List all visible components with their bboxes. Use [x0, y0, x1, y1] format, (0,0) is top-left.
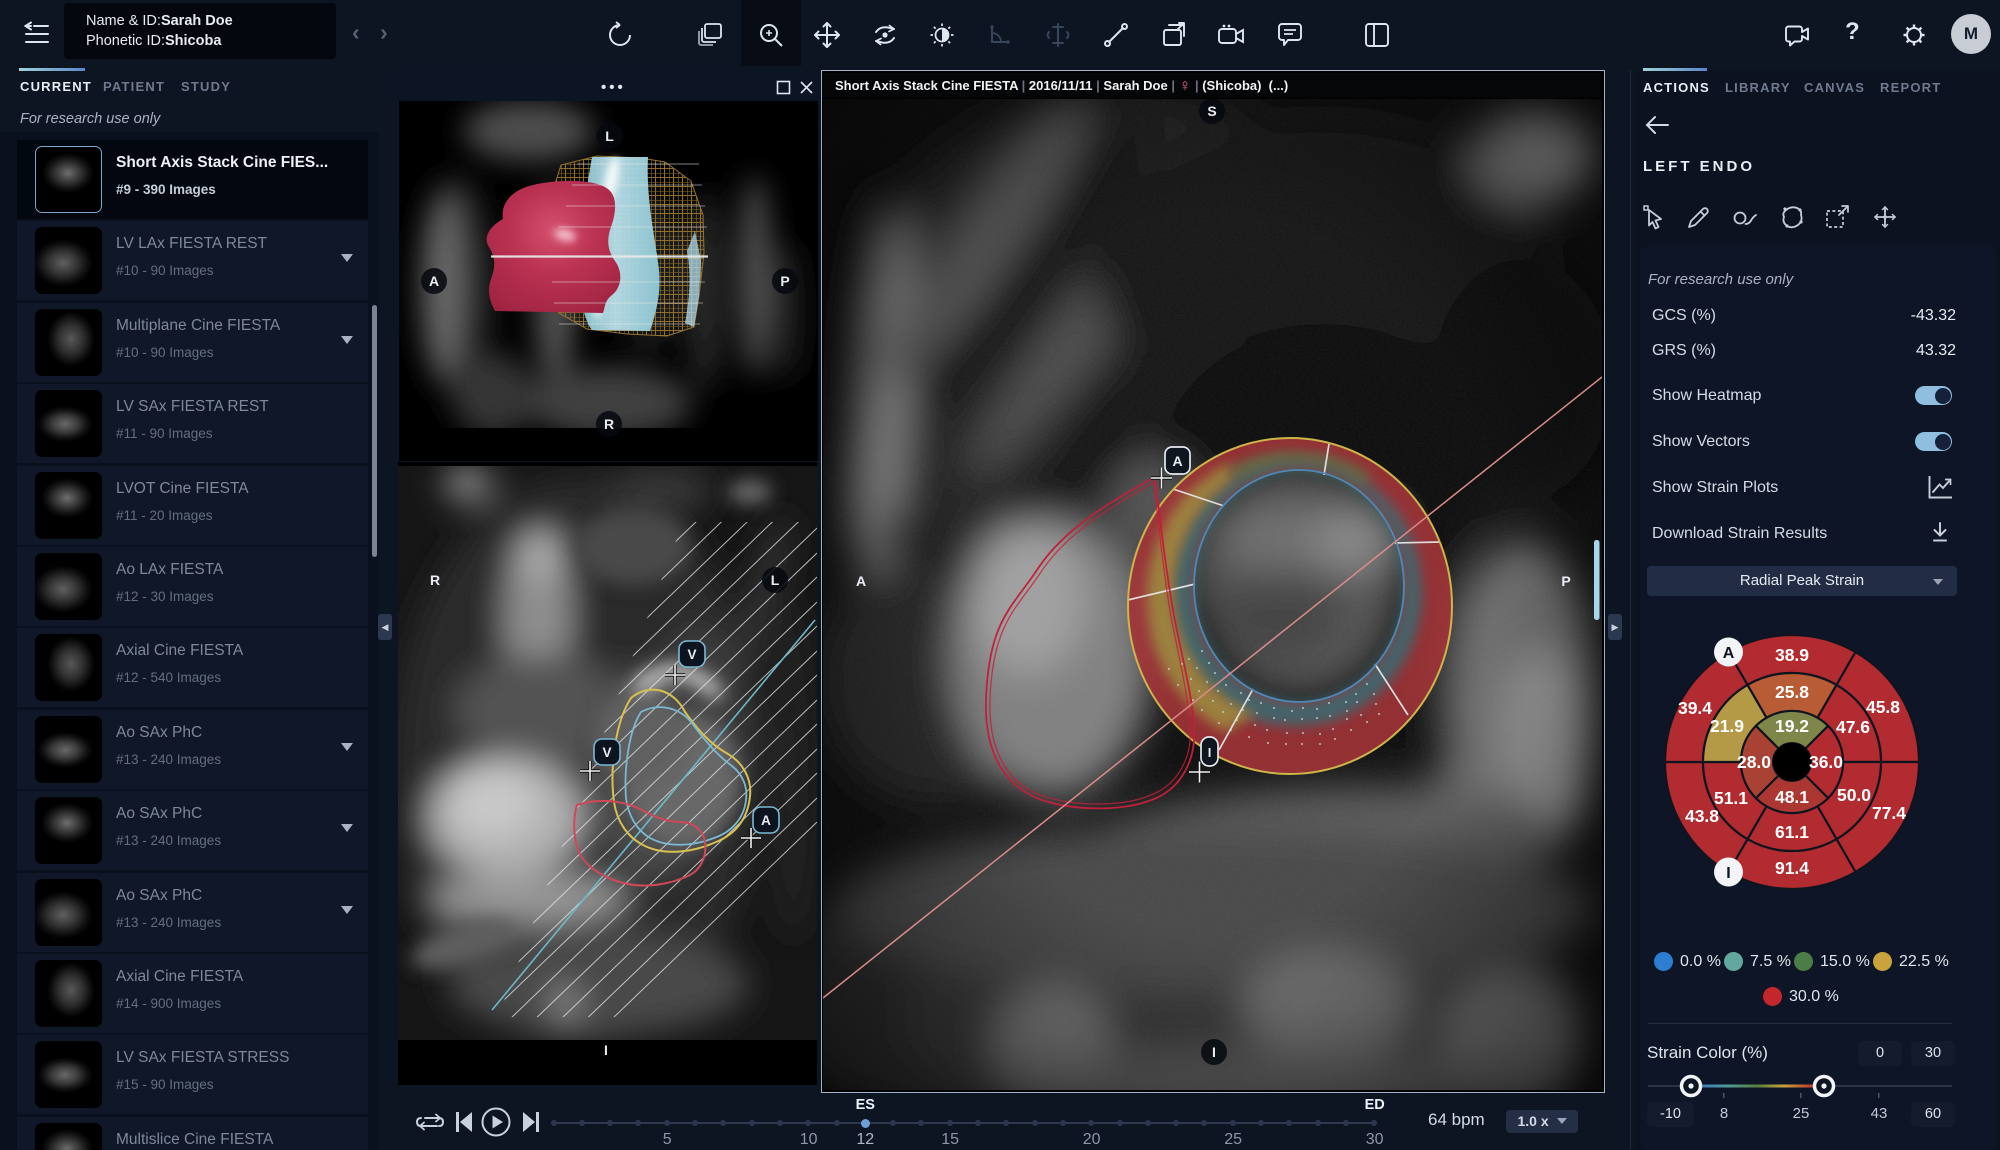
svg-text:77.4: 77.4	[1872, 803, 1906, 823]
svg-text:R: R	[604, 416, 614, 432]
svg-text:I: I	[604, 1042, 608, 1058]
svg-text:I: I	[1208, 745, 1212, 760]
svg-text:19.2: 19.2	[1775, 716, 1809, 736]
svg-text:51.1: 51.1	[1714, 788, 1748, 808]
svg-text:25.8: 25.8	[1775, 682, 1809, 702]
svg-text:45.8: 45.8	[1866, 697, 1900, 717]
svg-text:A: A	[1172, 453, 1182, 469]
svg-text:47.6: 47.6	[1836, 717, 1870, 737]
svg-text:R: R	[430, 572, 440, 588]
svg-text:39.4: 39.4	[1678, 698, 1712, 718]
svg-text:28.0: 28.0	[1737, 752, 1771, 772]
svg-text:L: L	[605, 128, 614, 144]
svg-text:I: I	[1726, 865, 1730, 882]
svg-text:91.4: 91.4	[1775, 858, 1809, 878]
svg-text:A: A	[429, 273, 439, 289]
svg-text:21.9: 21.9	[1710, 716, 1744, 736]
svg-text:43.8: 43.8	[1685, 806, 1719, 826]
svg-text:V: V	[687, 647, 696, 662]
svg-text:A: A	[761, 813, 771, 828]
svg-text:V: V	[602, 745, 611, 760]
svg-text:P: P	[780, 273, 789, 289]
svg-text:P: P	[1561, 573, 1570, 589]
svg-text:L: L	[771, 572, 780, 588]
svg-text:38.9: 38.9	[1775, 645, 1809, 665]
svg-text:48.1: 48.1	[1775, 787, 1809, 807]
svg-text:A: A	[856, 573, 866, 589]
svg-text:50.0: 50.0	[1837, 785, 1871, 805]
svg-text:61.1: 61.1	[1775, 822, 1809, 842]
svg-text:A: A	[1723, 645, 1735, 662]
svg-text:36.0: 36.0	[1809, 752, 1843, 772]
svg-text:I: I	[1212, 1044, 1216, 1060]
svg-text:S: S	[1207, 103, 1216, 119]
